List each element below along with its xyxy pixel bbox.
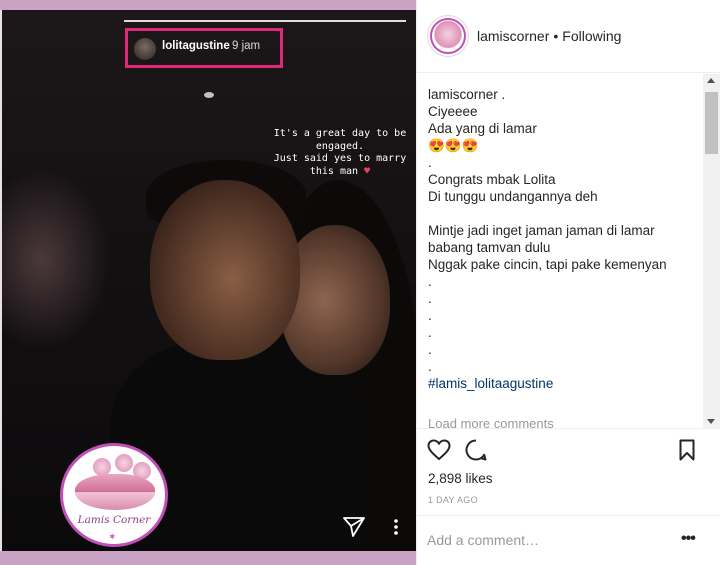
more-options-icon[interactable]: ••• bbox=[681, 530, 696, 548]
heart-emoji-icon: ♥ bbox=[364, 165, 371, 177]
flower-decoration bbox=[115, 454, 133, 472]
star-icon: ✶ bbox=[108, 532, 117, 543]
scroll-down-arrow-icon[interactable] bbox=[707, 419, 715, 424]
story-caption: It's a great day to be engaged. Just sai… bbox=[260, 128, 416, 178]
story-avatar[interactable] bbox=[134, 38, 156, 60]
send-icon[interactable] bbox=[343, 517, 365, 537]
heart-icon[interactable] bbox=[427, 439, 451, 461]
story-timestamp: 9 jam bbox=[232, 40, 261, 52]
brand-band-top bbox=[0, 0, 416, 10]
scroll-up-arrow-icon[interactable] bbox=[707, 78, 715, 83]
account-line: lamiscorner • Following bbox=[477, 28, 621, 44]
more-vertical-icon[interactable] bbox=[393, 518, 399, 536]
caption-body: lamiscorner . Ciyeeee Ada yang di lamar … bbox=[428, 87, 667, 374]
like-count[interactable]: 2,898 likes bbox=[428, 471, 493, 486]
scrollbar-thumb[interactable] bbox=[705, 92, 718, 154]
separator-dot: • bbox=[553, 28, 559, 44]
account-username[interactable]: lamiscorner bbox=[477, 28, 549, 44]
story-photo: lolitagustine 9 jam It's a great day to … bbox=[0, 0, 416, 565]
scrollbar[interactable] bbox=[703, 74, 720, 428]
bookmark-icon[interactable] bbox=[679, 439, 695, 461]
story-username[interactable]: lolitagustine bbox=[162, 40, 230, 52]
post-actions: 2,898 likes 1 DAY AGO bbox=[417, 428, 720, 520]
caption-line-3: Just said yes to marry bbox=[273, 153, 407, 164]
caption-line-2: engaged. bbox=[315, 140, 365, 152]
avatar-logo bbox=[430, 18, 466, 54]
photo-border bbox=[0, 10, 416, 551]
logo-name: Lamis Corner bbox=[77, 514, 151, 526]
account-avatar[interactable] bbox=[427, 15, 469, 57]
caption-area[interactable]: lamiscorner . Ciyeeee Ada yang di lamar … bbox=[417, 74, 720, 428]
load-more-comments[interactable]: Load more comments bbox=[428, 416, 554, 428]
story-user-highlight[interactable]: lolitagustine 9 jam bbox=[125, 28, 283, 68]
brand-band-bottom bbox=[0, 551, 416, 565]
follow-status[interactable]: Following bbox=[562, 28, 621, 44]
caption-line-4: this man bbox=[309, 165, 359, 177]
post-date: 1 DAY AGO bbox=[428, 495, 478, 505]
story-progress-bar bbox=[124, 20, 406, 22]
add-comment-bar: ••• bbox=[417, 515, 720, 565]
caption-line-1: It's a great day to be bbox=[273, 128, 407, 139]
lamis-corner-logo: Lamis Corner ✶ bbox=[60, 443, 168, 547]
hashtag-link[interactable]: #lamis_lolitaagustine bbox=[428, 376, 553, 391]
post-panel: lamiscorner • Following lamiscorner . Ciye… bbox=[416, 0, 720, 565]
post-caption: lamiscorner . Ciyeeee Ada yang di lamar … bbox=[428, 86, 703, 392]
lips-icon bbox=[75, 474, 155, 510]
post-header: lamiscorner • Following bbox=[417, 0, 720, 73]
comment-icon[interactable] bbox=[465, 439, 487, 461]
comment-input[interactable] bbox=[427, 530, 667, 550]
